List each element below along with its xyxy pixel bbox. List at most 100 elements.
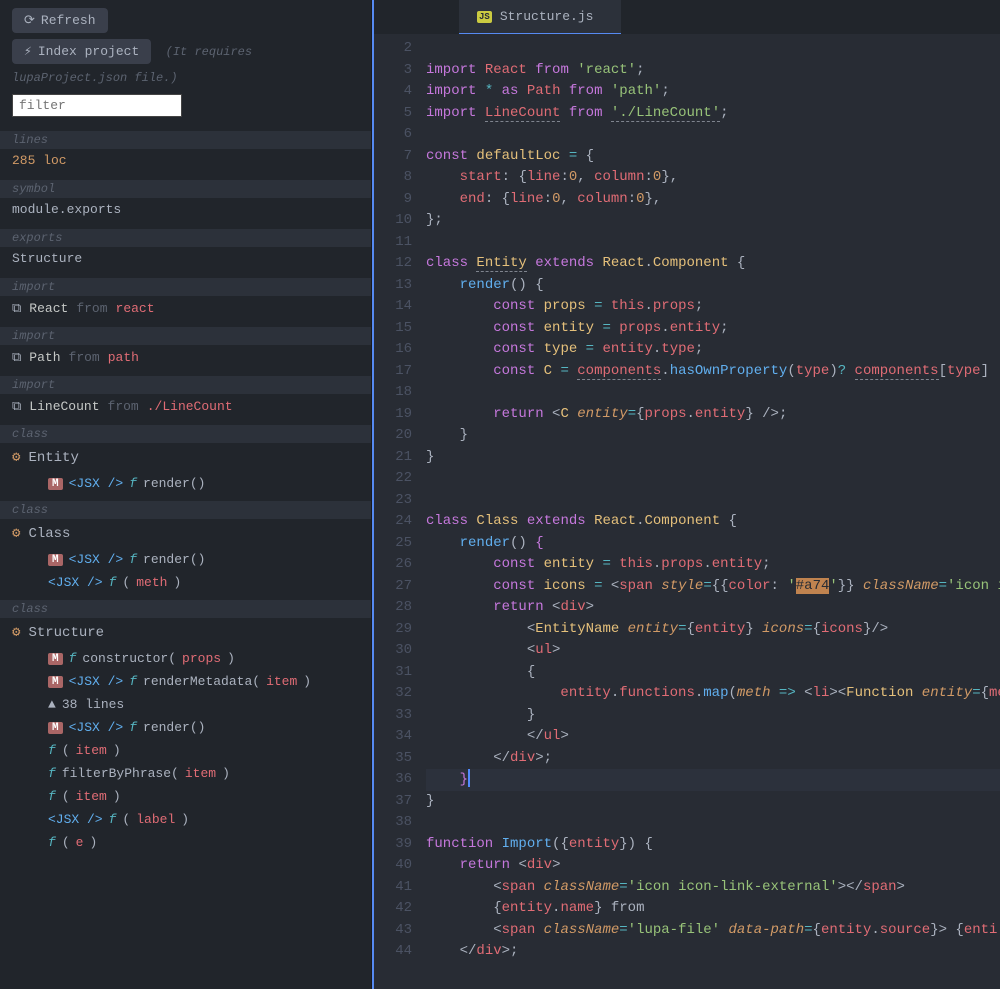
- line-number: 2: [374, 38, 412, 60]
- code-line[interactable]: const entity = props.entity;: [426, 318, 1000, 340]
- index-project-button[interactable]: ⚡ Index project: [12, 39, 151, 64]
- code-line[interactable]: [426, 232, 1000, 254]
- tab-bar: JS Structure.js: [374, 0, 1000, 34]
- refresh-icon: ⟳: [24, 13, 35, 28]
- member-row[interactable]: M <JSX /> f render(): [0, 548, 371, 571]
- member-row[interactable]: f (item): [0, 785, 371, 808]
- member-row[interactable]: M <JSX /> f render(): [0, 716, 371, 739]
- fn-param: meth: [136, 575, 167, 590]
- code-line[interactable]: start: {line:0, column:0},: [426, 167, 1000, 189]
- code-line[interactable]: entity.functions.map(meth => <li><Functi…: [426, 683, 1000, 705]
- line-number: 11: [374, 232, 412, 254]
- code-content[interactable]: import React from 'react';import * as Pa…: [426, 34, 1000, 989]
- member-row[interactable]: M f constructor(props): [0, 647, 371, 670]
- code-line[interactable]: {entity.name} from: [426, 898, 1000, 920]
- fn-indicator: f: [129, 674, 137, 689]
- code-line[interactable]: [426, 812, 1000, 834]
- code-line[interactable]: const defaultLoc = {: [426, 146, 1000, 168]
- code-line[interactable]: <ul>: [426, 640, 1000, 662]
- index-project-label: Index project: [38, 44, 139, 59]
- code-area[interactable]: 2345678910111213141516171819202122232425…: [374, 34, 1000, 989]
- code-line[interactable]: function Import({entity}) {: [426, 834, 1000, 856]
- line-number: 34: [374, 726, 412, 748]
- member-row[interactable]: f (e): [0, 831, 371, 854]
- line-number: 38: [374, 812, 412, 834]
- warning-icon: ▲: [48, 697, 56, 712]
- code-line[interactable]: render() {: [426, 533, 1000, 555]
- member-row[interactable]: f filterByPhrase(item): [0, 762, 371, 785]
- class-row[interactable]: ⚙ Entity: [0, 443, 371, 472]
- method-badge: M: [48, 722, 63, 734]
- line-number: 23: [374, 490, 412, 512]
- section-header-import: import: [0, 327, 371, 345]
- code-line[interactable]: };: [426, 210, 1000, 232]
- line-number: 4: [374, 81, 412, 103]
- code-line[interactable]: </div>;: [426, 748, 1000, 770]
- line-number: 19: [374, 404, 412, 426]
- code-line[interactable]: const entity = this.props.entity;: [426, 554, 1000, 576]
- import-row[interactable]: ⧉ React from react: [0, 296, 371, 321]
- code-line[interactable]: import LineCount from './LineCount';: [426, 103, 1000, 125]
- fn-name: render(): [143, 476, 205, 491]
- code-line[interactable]: import React from 'react';: [426, 60, 1000, 82]
- code-line[interactable]: }: [426, 791, 1000, 813]
- code-line[interactable]: }: [426, 447, 1000, 469]
- gutter: 2345678910111213141516171819202122232425…: [374, 34, 426, 989]
- code-line[interactable]: {: [426, 662, 1000, 684]
- code-line[interactable]: import * as Path from 'path';: [426, 81, 1000, 103]
- code-line[interactable]: [426, 490, 1000, 512]
- code-line[interactable]: <EntityName entity={entity} icons={icons…: [426, 619, 1000, 641]
- code-line[interactable]: render() {: [426, 275, 1000, 297]
- fn-indicator: f: [129, 720, 137, 735]
- tab-structure-js[interactable]: JS Structure.js: [459, 0, 621, 34]
- import-row[interactable]: ⧉ Path from path: [0, 345, 371, 370]
- code-line[interactable]: class Entity extends React.Component {: [426, 253, 1000, 275]
- code-line[interactable]: }: [426, 425, 1000, 447]
- code-line[interactable]: }: [426, 769, 1000, 791]
- line-number: 12: [374, 253, 412, 275]
- refresh-button[interactable]: ⟳ Refresh: [12, 8, 108, 33]
- line-number: 17: [374, 361, 412, 383]
- code-line[interactable]: return <div>: [426, 597, 1000, 619]
- class-row[interactable]: ⚙ Structure: [0, 618, 371, 647]
- fn-indicator: f: [109, 575, 117, 590]
- code-line[interactable]: return <C entity={props.entity} />;: [426, 404, 1000, 426]
- import-row[interactable]: ⧉ LineCount from ./LineCount: [0, 394, 371, 419]
- code-line[interactable]: return <div>: [426, 855, 1000, 877]
- code-line[interactable]: const icons = <span style={{color: '#a74…: [426, 576, 1000, 598]
- code-line[interactable]: }: [426, 705, 1000, 727]
- code-line[interactable]: </ul>: [426, 726, 1000, 748]
- code-line[interactable]: end: {line:0, column:0},: [426, 189, 1000, 211]
- code-line[interactable]: <span className='icon icon-link-external…: [426, 877, 1000, 899]
- member-row[interactable]: f (item): [0, 739, 371, 762]
- line-number: 3: [374, 60, 412, 82]
- fn-name: render(): [143, 720, 205, 735]
- code-line[interactable]: const type = entity.type;: [426, 339, 1000, 361]
- section-header-import: import: [0, 278, 371, 296]
- member-row[interactable]: M <JSX /> f renderMetadata(item): [0, 670, 371, 693]
- member-row[interactable]: ▲ 38 lines: [0, 693, 371, 716]
- code-line[interactable]: class Class extends React.Component {: [426, 511, 1000, 533]
- exports-value: Structure: [0, 247, 371, 272]
- class-row[interactable]: ⚙ Class: [0, 519, 371, 548]
- line-number: 36: [374, 769, 412, 791]
- code-line[interactable]: </div>;: [426, 941, 1000, 963]
- fn-param: item: [185, 766, 216, 781]
- section-header-class: class: [0, 501, 371, 519]
- code-line[interactable]: [426, 382, 1000, 404]
- code-line[interactable]: const C = components.hasOwnProperty(type…: [426, 361, 1000, 383]
- member-row[interactable]: <JSX /> f (meth): [0, 571, 371, 594]
- code-line[interactable]: [426, 38, 1000, 60]
- code-line[interactable]: <span className='lupa-file' data-path={e…: [426, 920, 1000, 942]
- line-number: 32: [374, 683, 412, 705]
- code-line[interactable]: [426, 124, 1000, 146]
- line-number: 8: [374, 167, 412, 189]
- import-name: LineCount: [29, 399, 99, 414]
- lines-value: 285 loc: [0, 149, 371, 174]
- fn-param: item: [76, 743, 107, 758]
- code-line[interactable]: [426, 468, 1000, 490]
- filter-input[interactable]: [12, 94, 182, 117]
- code-line[interactable]: const props = this.props;: [426, 296, 1000, 318]
- member-row[interactable]: <JSX /> f (label): [0, 808, 371, 831]
- member-row[interactable]: M <JSX /> f render(): [0, 472, 371, 495]
